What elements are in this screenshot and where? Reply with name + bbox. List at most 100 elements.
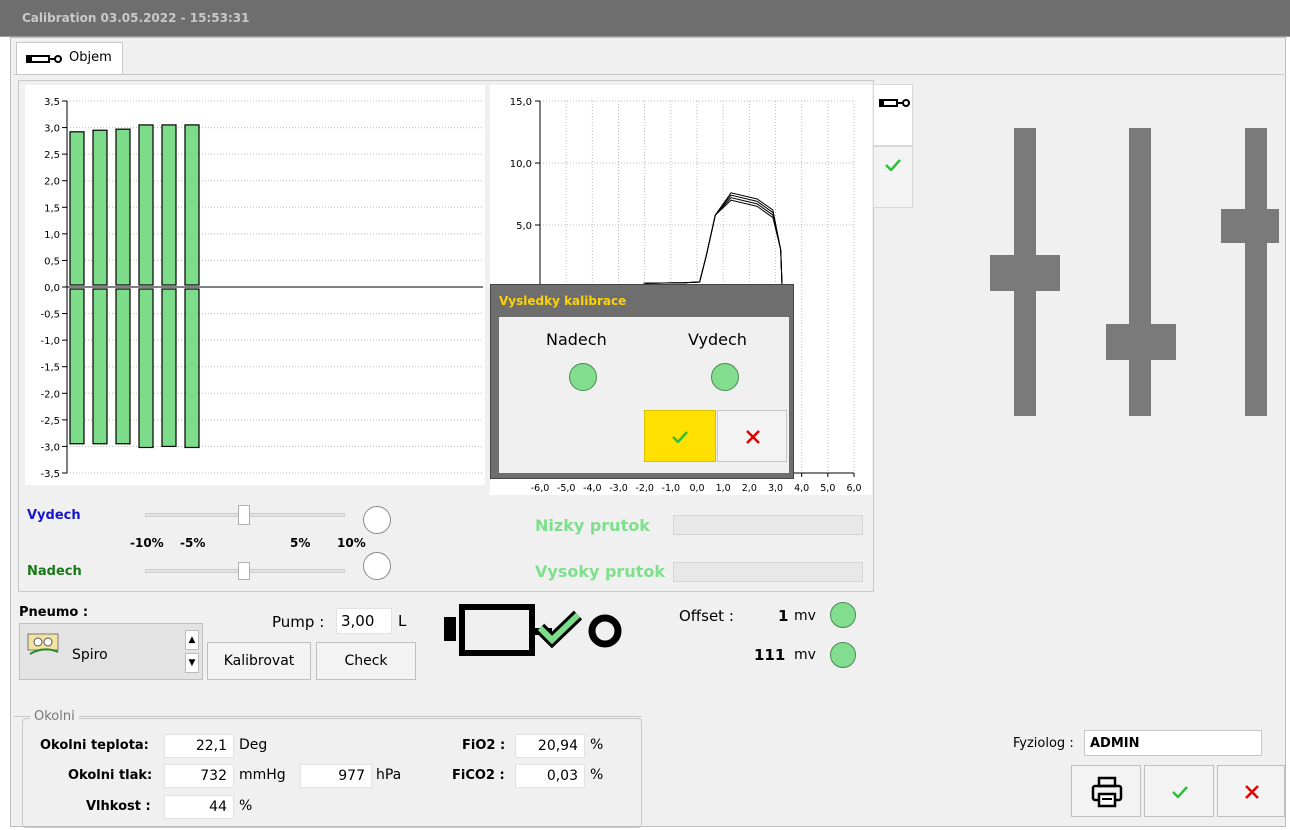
gauge-3-track (1245, 128, 1267, 416)
confirm-side-button[interactable] (873, 146, 913, 208)
pump-unit: L (398, 612, 407, 630)
nadech-slider-thumb[interactable] (238, 562, 250, 580)
print-button[interactable] (1071, 765, 1141, 817)
low-flow-bar (673, 515, 863, 535)
hum-value[interactable]: 44 (164, 795, 234, 819)
cancel-button[interactable] (1217, 765, 1285, 817)
confirm-button[interactable] (1144, 765, 1214, 817)
dialog-title: Vysledky kalibrace (499, 294, 627, 308)
close-icon (1245, 785, 1259, 799)
inhale-bar (138, 124, 154, 286)
flow-volume-loop (645, 194, 783, 285)
vydech-indicator (363, 506, 391, 534)
fyziolog-input[interactable]: ADMIN (1084, 730, 1262, 756)
x-tick-label: 5,0 (820, 483, 835, 494)
offset-value-1: 1 (778, 607, 789, 625)
high-flow-bar (673, 562, 863, 582)
vydech-label: Vydech (27, 508, 81, 523)
inhale-bar (184, 124, 200, 286)
inhale-bar (115, 128, 131, 286)
tab-divider (14, 74, 1284, 75)
y-tick-label: 5,0 (516, 221, 532, 232)
y-tick-label: 3,5 (44, 97, 60, 108)
pump-volume-input[interactable]: 3,00 (336, 608, 392, 634)
temp-value[interactable]: 22,1 (164, 734, 234, 758)
printer-icon (1091, 776, 1123, 808)
syringe-icon (26, 55, 62, 63)
exhale-bar (92, 288, 108, 445)
y-tick-label: -1,0 (40, 336, 60, 347)
fico2-label: FiCO2 : (452, 768, 505, 783)
y-tick-label: 1,0 (44, 230, 60, 241)
nadech-indicator (363, 552, 391, 580)
y-tick-label: -0,5 (40, 310, 60, 321)
dialog-cancel-button[interactable] (717, 410, 787, 462)
x-tick-label: 3,0 (768, 483, 783, 494)
x-tick-label: 6,0 (846, 483, 861, 494)
press-unit: mmHg (239, 767, 286, 783)
fio2-value[interactable]: 20,94 (515, 734, 585, 758)
vydech-slider-thumb[interactable] (238, 505, 250, 525)
x-tick-label: -4,0 (583, 483, 602, 494)
x-tick-label: -3,0 (609, 483, 628, 494)
dialog-body: Nadech Vydech (499, 317, 789, 473)
x-tick-label: 2,0 (742, 483, 757, 494)
pneumo-label: Pneumo : (19, 605, 89, 620)
flow-volume-loop (643, 197, 783, 285)
high-flow-label: Vysoky prutok (535, 562, 665, 581)
exhale-bar (184, 288, 200, 449)
title-bar: Calibration 03.05.2022 - 15:53:31 (0, 0, 1290, 37)
tab-objem[interactable]: Objem (16, 42, 123, 74)
fico2-value[interactable]: 0,03 (515, 764, 585, 788)
gauge-2-track (1129, 128, 1151, 416)
right-area (917, 80, 1285, 716)
scroll-up-button[interactable]: ▲ (185, 630, 199, 650)
calibrate-button[interactable]: Kalibrovat (207, 642, 311, 680)
nadech-status-indicator (569, 363, 597, 391)
y-tick-label: 1,5 (44, 203, 60, 214)
gauge-3-thumb (1221, 209, 1279, 243)
press-label: Okolni tlak: (68, 768, 153, 783)
exhale-bar (161, 288, 177, 448)
offset-label: Offset : (679, 607, 734, 625)
hum-label: Vlhkost : (86, 799, 151, 814)
spiro-device-icon (27, 633, 59, 655)
scroll-down-button[interactable]: ▼ (185, 653, 199, 673)
fio2-label: FiO2 : (462, 738, 506, 753)
x-tick-label: 1,0 (716, 483, 731, 494)
press-hpa-unit: hPa (376, 767, 402, 783)
y-tick-label: -3,5 (40, 469, 60, 480)
x-tick-label: 0,0 (689, 483, 704, 494)
calibration-results-dialog: Vysledky kalibrace Nadech Vydech (490, 284, 794, 479)
hum-unit: % (239, 798, 253, 814)
y-tick-label: 3,0 (44, 124, 60, 135)
offset-status-2 (830, 642, 856, 668)
offset-unit-2: mv (794, 647, 816, 663)
check-icon (1172, 786, 1188, 798)
pneumo-device-list[interactable]: Spiro ▲ ▼ (19, 623, 203, 680)
fio2-unit: % (590, 737, 604, 753)
tab-label: Objem (69, 50, 112, 65)
vydech-status-indicator (711, 363, 739, 391)
y-tick-label: 0,0 (44, 283, 60, 294)
temp-label: Okolni teplota: (40, 738, 149, 753)
inhale-bar (161, 124, 177, 286)
device-name: Spiro (72, 647, 108, 663)
inhale-bar (69, 131, 85, 286)
press-value[interactable]: 732 (164, 764, 234, 788)
syringe-ok-icon (444, 604, 622, 656)
flow-volume-loop (645, 199, 783, 285)
press-hpa-value[interactable]: 977 (300, 764, 372, 788)
window-title: Calibration 03.05.2022 - 15:53:31 (22, 11, 250, 25)
fico2-unit: % (590, 767, 604, 783)
y-tick-label: -3,0 (40, 442, 60, 453)
ambient-divider (14, 716, 642, 717)
syringe-mode-button[interactable] (873, 84, 913, 146)
dialog-ok-button[interactable] (644, 410, 716, 462)
volume-bar-chart: 3,5 3,0 2,5 2,0 1,5 1,0 0,5 0,0 -0,5 -1,0 -1,5 -2,0… (25, 85, 485, 485)
scale-plus-10: 10% (337, 536, 366, 550)
x-tick-label: -6,0 (531, 483, 550, 494)
gauge-1-thumb (990, 255, 1060, 291)
check-button[interactable]: Check (316, 642, 416, 680)
x-tick-label: -1,0 (662, 483, 681, 494)
